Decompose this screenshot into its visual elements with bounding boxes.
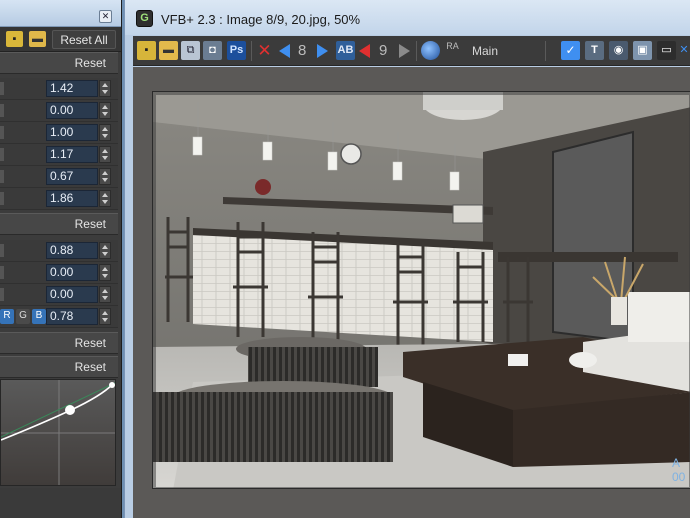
vfb-window: G VFB+ 2.3 : Image 8/9, 20.jpg, 50% ▪ ▬ … xyxy=(124,0,690,518)
render-info-overlay: A 00 xyxy=(672,456,688,484)
copy-image-icon[interactable]: ⧉ xyxy=(181,41,200,60)
section-header-hue-saturation: Reset xyxy=(0,332,118,354)
vfb-titlebar: G VFB+ 2.3 : Image 8/9, 20.jpg, 50% xyxy=(125,0,690,35)
save-preset-icon[interactable]: ▪ xyxy=(6,31,23,47)
param-value-field[interactable]: 0.67 xyxy=(46,168,98,185)
param-row-channel: R G B 0.78 xyxy=(0,306,118,328)
param-label xyxy=(0,104,4,117)
spinner-icon[interactable] xyxy=(99,80,111,97)
spinner-icon[interactable] xyxy=(99,102,111,119)
toolbar-separator xyxy=(545,41,546,61)
param-value-field[interactable]: 1.42 xyxy=(46,80,98,97)
param-label xyxy=(0,288,4,301)
curve-endpoint[interactable] xyxy=(109,382,115,388)
more-tools-icon[interactable]: ✕ xyxy=(678,41,690,60)
color-correction-icon[interactable]: ✓ xyxy=(561,41,580,60)
param-value-field[interactable]: 0.00 xyxy=(46,286,98,303)
panel-toolbar: ▪ ▬ Reset All xyxy=(0,27,121,52)
next-image-a-icon[interactable] xyxy=(317,44,328,58)
param-row: 1.86 xyxy=(0,188,118,210)
param-value-field[interactable]: 1.17 xyxy=(46,146,98,163)
param-label xyxy=(0,148,4,161)
image-a-number: 8 xyxy=(298,42,307,59)
panel-titlebar: ✕ xyxy=(0,0,121,27)
prev-image-b-icon[interactable] xyxy=(359,44,370,58)
image-viewport[interactable]: A 00 xyxy=(133,67,690,518)
spinner-icon[interactable] xyxy=(99,308,111,325)
spinner-icon[interactable] xyxy=(99,242,111,259)
layer-dropdown[interactable]: Main xyxy=(472,44,498,58)
spinner-icon[interactable] xyxy=(99,146,111,163)
panel-footer xyxy=(0,488,121,518)
reset-button[interactable]: Reset xyxy=(75,360,106,374)
photoshop-icon[interactable]: Ps xyxy=(227,41,246,60)
spinner-icon[interactable] xyxy=(99,190,111,207)
toolbar-separator xyxy=(251,41,252,61)
curve-control-point[interactable] xyxy=(65,405,75,415)
reset-all-button[interactable]: Reset All xyxy=(52,30,116,49)
section-header-exposure: Reset xyxy=(0,52,118,74)
overlay-line: 00 xyxy=(672,470,686,484)
rendered-image: A 00 xyxy=(152,91,690,489)
reset-button[interactable]: Reset xyxy=(75,336,106,350)
param-value-field[interactable]: 0.00 xyxy=(46,264,98,281)
clear-icon[interactable]: ✕ xyxy=(255,41,274,60)
close-icon[interactable]: ✕ xyxy=(99,10,112,23)
param-row: 0.00 xyxy=(0,100,118,122)
param-label xyxy=(0,82,4,95)
param-label xyxy=(0,192,4,205)
prev-image-a-icon[interactable] xyxy=(279,44,290,58)
param-row: 1.17 xyxy=(0,144,118,166)
vfb-logo-icon: G xyxy=(136,10,153,27)
channel-r-button[interactable]: R xyxy=(0,309,14,324)
snapshot-icon[interactable]: ◘ xyxy=(203,41,222,60)
param-label xyxy=(0,170,4,183)
vfb-toolbar: ▪ ▬ ⧉ ◘ Ps ✕ 8 AB 9 RA Main ✓ T ◉ ▣ ▭ ✕ xyxy=(133,36,690,66)
render-region-icon[interactable] xyxy=(421,41,440,60)
reset-button[interactable]: Reset xyxy=(75,56,106,70)
display-mode-icon[interactable]: ▭ xyxy=(657,41,676,60)
toolbar-separator xyxy=(416,41,417,61)
channel-b-button[interactable]: B xyxy=(32,309,46,324)
param-row: 0.00 xyxy=(0,262,118,284)
window-title: VFB+ 2.3 : Image 8/9, 20.jpg, 50% xyxy=(161,12,361,27)
spinner-icon[interactable] xyxy=(99,124,111,141)
save-image-icon[interactable]: ▪ xyxy=(137,41,156,60)
param-value-field[interactable]: 0.00 xyxy=(46,102,98,119)
curve-graph[interactable] xyxy=(1,380,116,486)
image-b-number: 9 xyxy=(379,42,388,59)
overlay-line: A xyxy=(672,456,681,470)
param-label xyxy=(0,126,4,139)
param-row: 0.00 xyxy=(0,284,118,306)
spinner-icon[interactable] xyxy=(99,168,111,185)
curves-editor[interactable] xyxy=(0,379,116,486)
open-image-icon[interactable]: ▬ xyxy=(159,41,178,60)
param-row: 1.42 xyxy=(0,78,118,100)
next-image-b-icon[interactable] xyxy=(399,44,410,58)
param-row: 1.00 xyxy=(0,122,118,144)
text-overlay-icon[interactable]: T xyxy=(585,41,604,60)
channel-g-button[interactable]: G xyxy=(16,309,30,324)
color-correction-panel: ✕ ▪ ▬ Reset All Reset 1.42 0.00 1.00 1.1… xyxy=(0,0,122,518)
param-row: 0.88 xyxy=(0,240,118,262)
reset-button[interactable]: Reset xyxy=(75,217,106,231)
spinner-icon[interactable] xyxy=(99,286,111,303)
lens-effects-icon[interactable]: ◉ xyxy=(609,41,628,60)
open-preset-icon[interactable]: ▬ xyxy=(29,31,46,47)
fullscreen-icon[interactable]: ▣ xyxy=(633,41,652,60)
param-value-field[interactable]: 0.88 xyxy=(46,242,98,259)
param-value-field[interactable]: 1.00 xyxy=(46,124,98,141)
section-header-curves: Reset xyxy=(0,356,118,378)
param-label xyxy=(0,244,4,257)
param-row: 0.67 xyxy=(0,166,118,188)
param-label xyxy=(0,266,4,279)
param-value-field[interactable]: 1.86 xyxy=(46,190,98,207)
param-value-field[interactable]: 0.78 xyxy=(46,308,98,325)
ra-channel-icon[interactable]: RA xyxy=(443,41,462,60)
section-header-white-balance: Reset xyxy=(0,213,118,235)
interior-render-illustration xyxy=(153,92,690,488)
ab-compare-icon[interactable]: AB xyxy=(336,41,355,60)
spinner-icon[interactable] xyxy=(99,264,111,281)
